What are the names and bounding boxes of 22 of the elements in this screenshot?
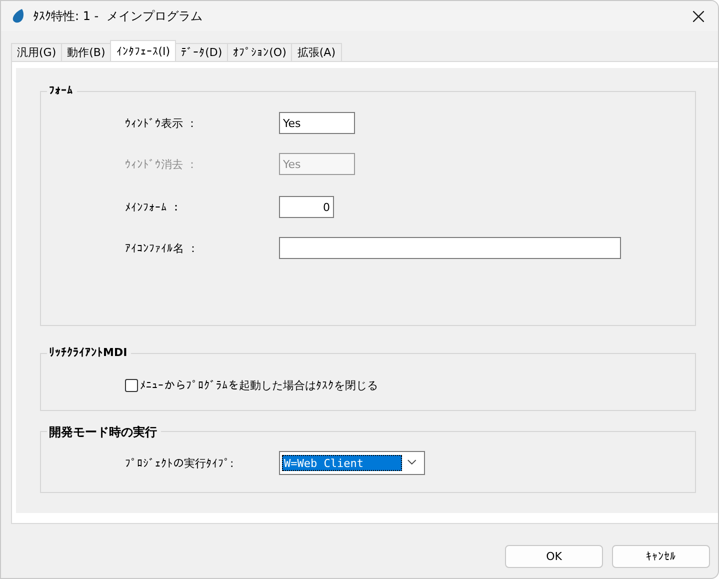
input-field[interactable] [279, 237, 621, 259]
input-field[interactable]: Yes [279, 112, 355, 134]
field-label: ﾌﾟﾛｼﾞｪｸﾄの実行ﾀｲﾌﾟ: [124, 456, 235, 470]
tab[interactable]: 汎用(G) [11, 43, 62, 61]
dialog-button[interactable]: ｷｬﾝｾﾙ [612, 545, 710, 568]
input-field[interactable]: 0 [279, 196, 334, 218]
field-label: ﾒｲﾝﾌｫｰﾑ ： [124, 200, 182, 214]
checkbox-label: ﾒﾆｭｰからﾌﾟﾛｸﾞﾗﾑを起動した場合はﾀｽｸを閉じる [140, 378, 378, 392]
dialog-button[interactable]: OK [505, 545, 603, 568]
close-icon [692, 10, 704, 22]
group-title: ﾘｯﾁｸﾗｲｱﾝﾄMDI [47, 346, 132, 359]
water-drop-icon [11, 8, 25, 24]
tab[interactable]: ｲﾝﾀﾌｪｰｽ(I) [110, 40, 176, 61]
field-label: ｳｨﾝﾄﾞｳ表示 ： [124, 116, 198, 130]
window-title: ﾀｽｸ特性: 1 - メインプログラム [33, 8, 204, 24]
tab[interactable]: 拡張(A) [291, 43, 342, 61]
group-title: ﾌｫｰﾑ [47, 84, 77, 97]
field-label: ｱｲｺﾝﾌｧｲﾙ名 ： [124, 240, 200, 256]
group-title: 開発モード時の実行 [47, 424, 161, 441]
field-label: ｳｨﾝﾄﾞｳ消去 ： [124, 156, 198, 172]
checkbox[interactable] [125, 378, 138, 392]
dropdown[interactable]: W=Web Client [279, 451, 425, 475]
